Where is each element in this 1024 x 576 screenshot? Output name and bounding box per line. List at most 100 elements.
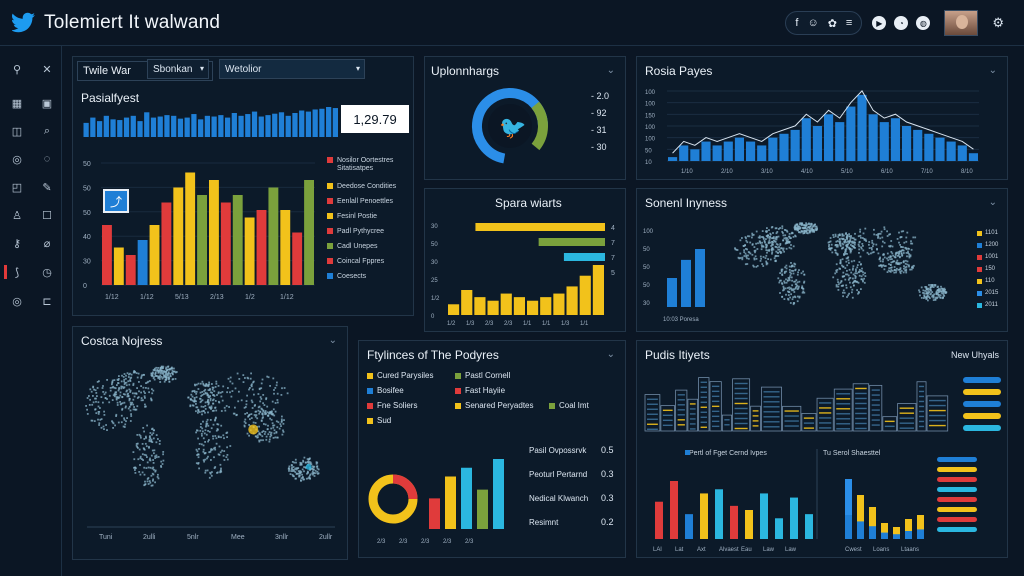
map-dot (837, 285, 840, 288)
map-dot (776, 231, 779, 233)
zoom-icon[interactable]: ⌕ (40, 124, 54, 138)
map-dot (109, 387, 112, 389)
bar (461, 467, 472, 529)
map-dot (266, 414, 269, 417)
reddit-icon[interactable]: ☺ (807, 17, 818, 29)
map-dot (271, 400, 274, 403)
facebook-icon[interactable]: f (795, 17, 798, 29)
map-dot (242, 381, 245, 383)
map-dot (893, 271, 896, 274)
legend-item: 110 (977, 275, 1007, 287)
map-dot (851, 282, 854, 284)
chevron-down-icon[interactable]: ⌄ (607, 65, 615, 76)
map-dot (145, 445, 148, 448)
brush-icon[interactable]: ✎ (40, 180, 54, 194)
building-window (871, 424, 880, 426)
bar (757, 145, 767, 161)
message-icon[interactable]: ☐ (40, 208, 54, 222)
building-window (677, 409, 685, 411)
map-dot (756, 248, 759, 250)
map-dot (842, 295, 844, 298)
settings-icon[interactable]: ⚙ (992, 15, 1004, 31)
map-dot (263, 433, 266, 435)
menu-icon[interactable]: ≡ (846, 17, 852, 29)
target-icon[interactable]: ◎ (10, 152, 24, 166)
map-dot (772, 232, 774, 234)
map-dot (276, 426, 279, 429)
avatar[interactable] (944, 10, 979, 36)
search-icon[interactable]: ⚲ (10, 62, 24, 76)
map-dot (148, 480, 151, 482)
map-dot (207, 396, 210, 399)
map-dot (216, 394, 218, 396)
right-label: New Uhyals (950, 350, 999, 360)
x-axis-footer: 10:03 Poresa (663, 317, 699, 323)
map-dot (251, 388, 254, 391)
chevron-down-icon[interactable]: ⌄ (989, 65, 997, 76)
rocket-icon[interactable]: ⌀ (40, 236, 54, 250)
chat-icon[interactable]: ◌ (40, 152, 54, 166)
y-tick-label: 50 (83, 161, 91, 168)
chevron-down-icon[interactable]: ⌄ (329, 335, 337, 346)
map-dot (854, 275, 857, 278)
share-icon[interactable]: ⤴ (103, 189, 129, 213)
map-dot (300, 479, 302, 482)
map-dot (306, 472, 308, 475)
map-dot (785, 264, 788, 267)
map-dot (857, 235, 860, 238)
sparkline-bar (238, 115, 244, 137)
building (660, 405, 676, 432)
map-dot (236, 372, 239, 375)
map-dot (262, 439, 264, 442)
map-dot (190, 393, 193, 396)
radio-icon[interactable]: ◎ (10, 294, 24, 308)
map-dot (272, 426, 275, 429)
key-icon[interactable]: ⚷ (10, 236, 24, 250)
map-dot (859, 228, 862, 231)
map-dot (208, 389, 211, 391)
play-icon[interactable]: ▶ (872, 16, 887, 30)
clock-icon[interactable]: ◷ (40, 265, 54, 279)
map-dot (746, 248, 748, 251)
brand[interactable]: Tolemiert It walwand (12, 12, 220, 34)
legend-item: 1200 (977, 239, 1007, 251)
link-icon[interactable]: ⟆ (10, 265, 24, 279)
map-dot (836, 278, 839, 281)
legend-label: Coincal Fppres (337, 258, 385, 265)
sparkline-bar (245, 114, 251, 137)
select-period[interactable]: Sbonkan ▾ (147, 59, 209, 79)
select-filter[interactable]: Wetolior ▾ (219, 59, 365, 79)
map-dot (193, 389, 196, 392)
chevron-down-icon[interactable]: ⌄ (607, 349, 615, 360)
bar-chart: 1005050503010:03 Poresa (643, 229, 705, 323)
map-dot (829, 237, 832, 239)
map-dot (759, 260, 762, 262)
x-tick-label: 3/10 (761, 169, 773, 175)
map-dot (230, 395, 233, 398)
tools-icon[interactable]: ✕ (40, 62, 54, 76)
bag-icon[interactable]: ◫ (10, 124, 24, 138)
sidebar-row: ◫ ⌕ (10, 124, 54, 138)
chevron-down-icon[interactable]: ⌄ (989, 197, 997, 208)
keyboard-icon[interactable]: ▦ (10, 96, 24, 110)
social-pill[interactable]: f ☺ ✿ ≡ (785, 11, 863, 35)
flag-icon[interactable]: ⊏ (40, 294, 54, 308)
map-dot (745, 254, 748, 257)
map-dot (199, 391, 202, 394)
compass-icon[interactable]: ◔ (894, 16, 909, 30)
flower-icon[interactable]: ✿ (828, 17, 837, 30)
map-dot (280, 394, 283, 396)
box-icon[interactable]: ◰ (10, 180, 24, 194)
map-dot (846, 237, 849, 240)
map-dot (304, 461, 307, 464)
building-window (711, 405, 720, 408)
map-dot (835, 284, 838, 286)
map-dot (276, 381, 278, 384)
map-dot (790, 293, 792, 296)
grid-icon[interactable]: ▣ (40, 96, 54, 110)
bar (779, 133, 789, 161)
map-dot (96, 387, 99, 389)
globe-icon[interactable]: ◍ (916, 16, 931, 30)
map-dot (830, 243, 833, 246)
user-icon[interactable]: ♙ (10, 208, 24, 222)
